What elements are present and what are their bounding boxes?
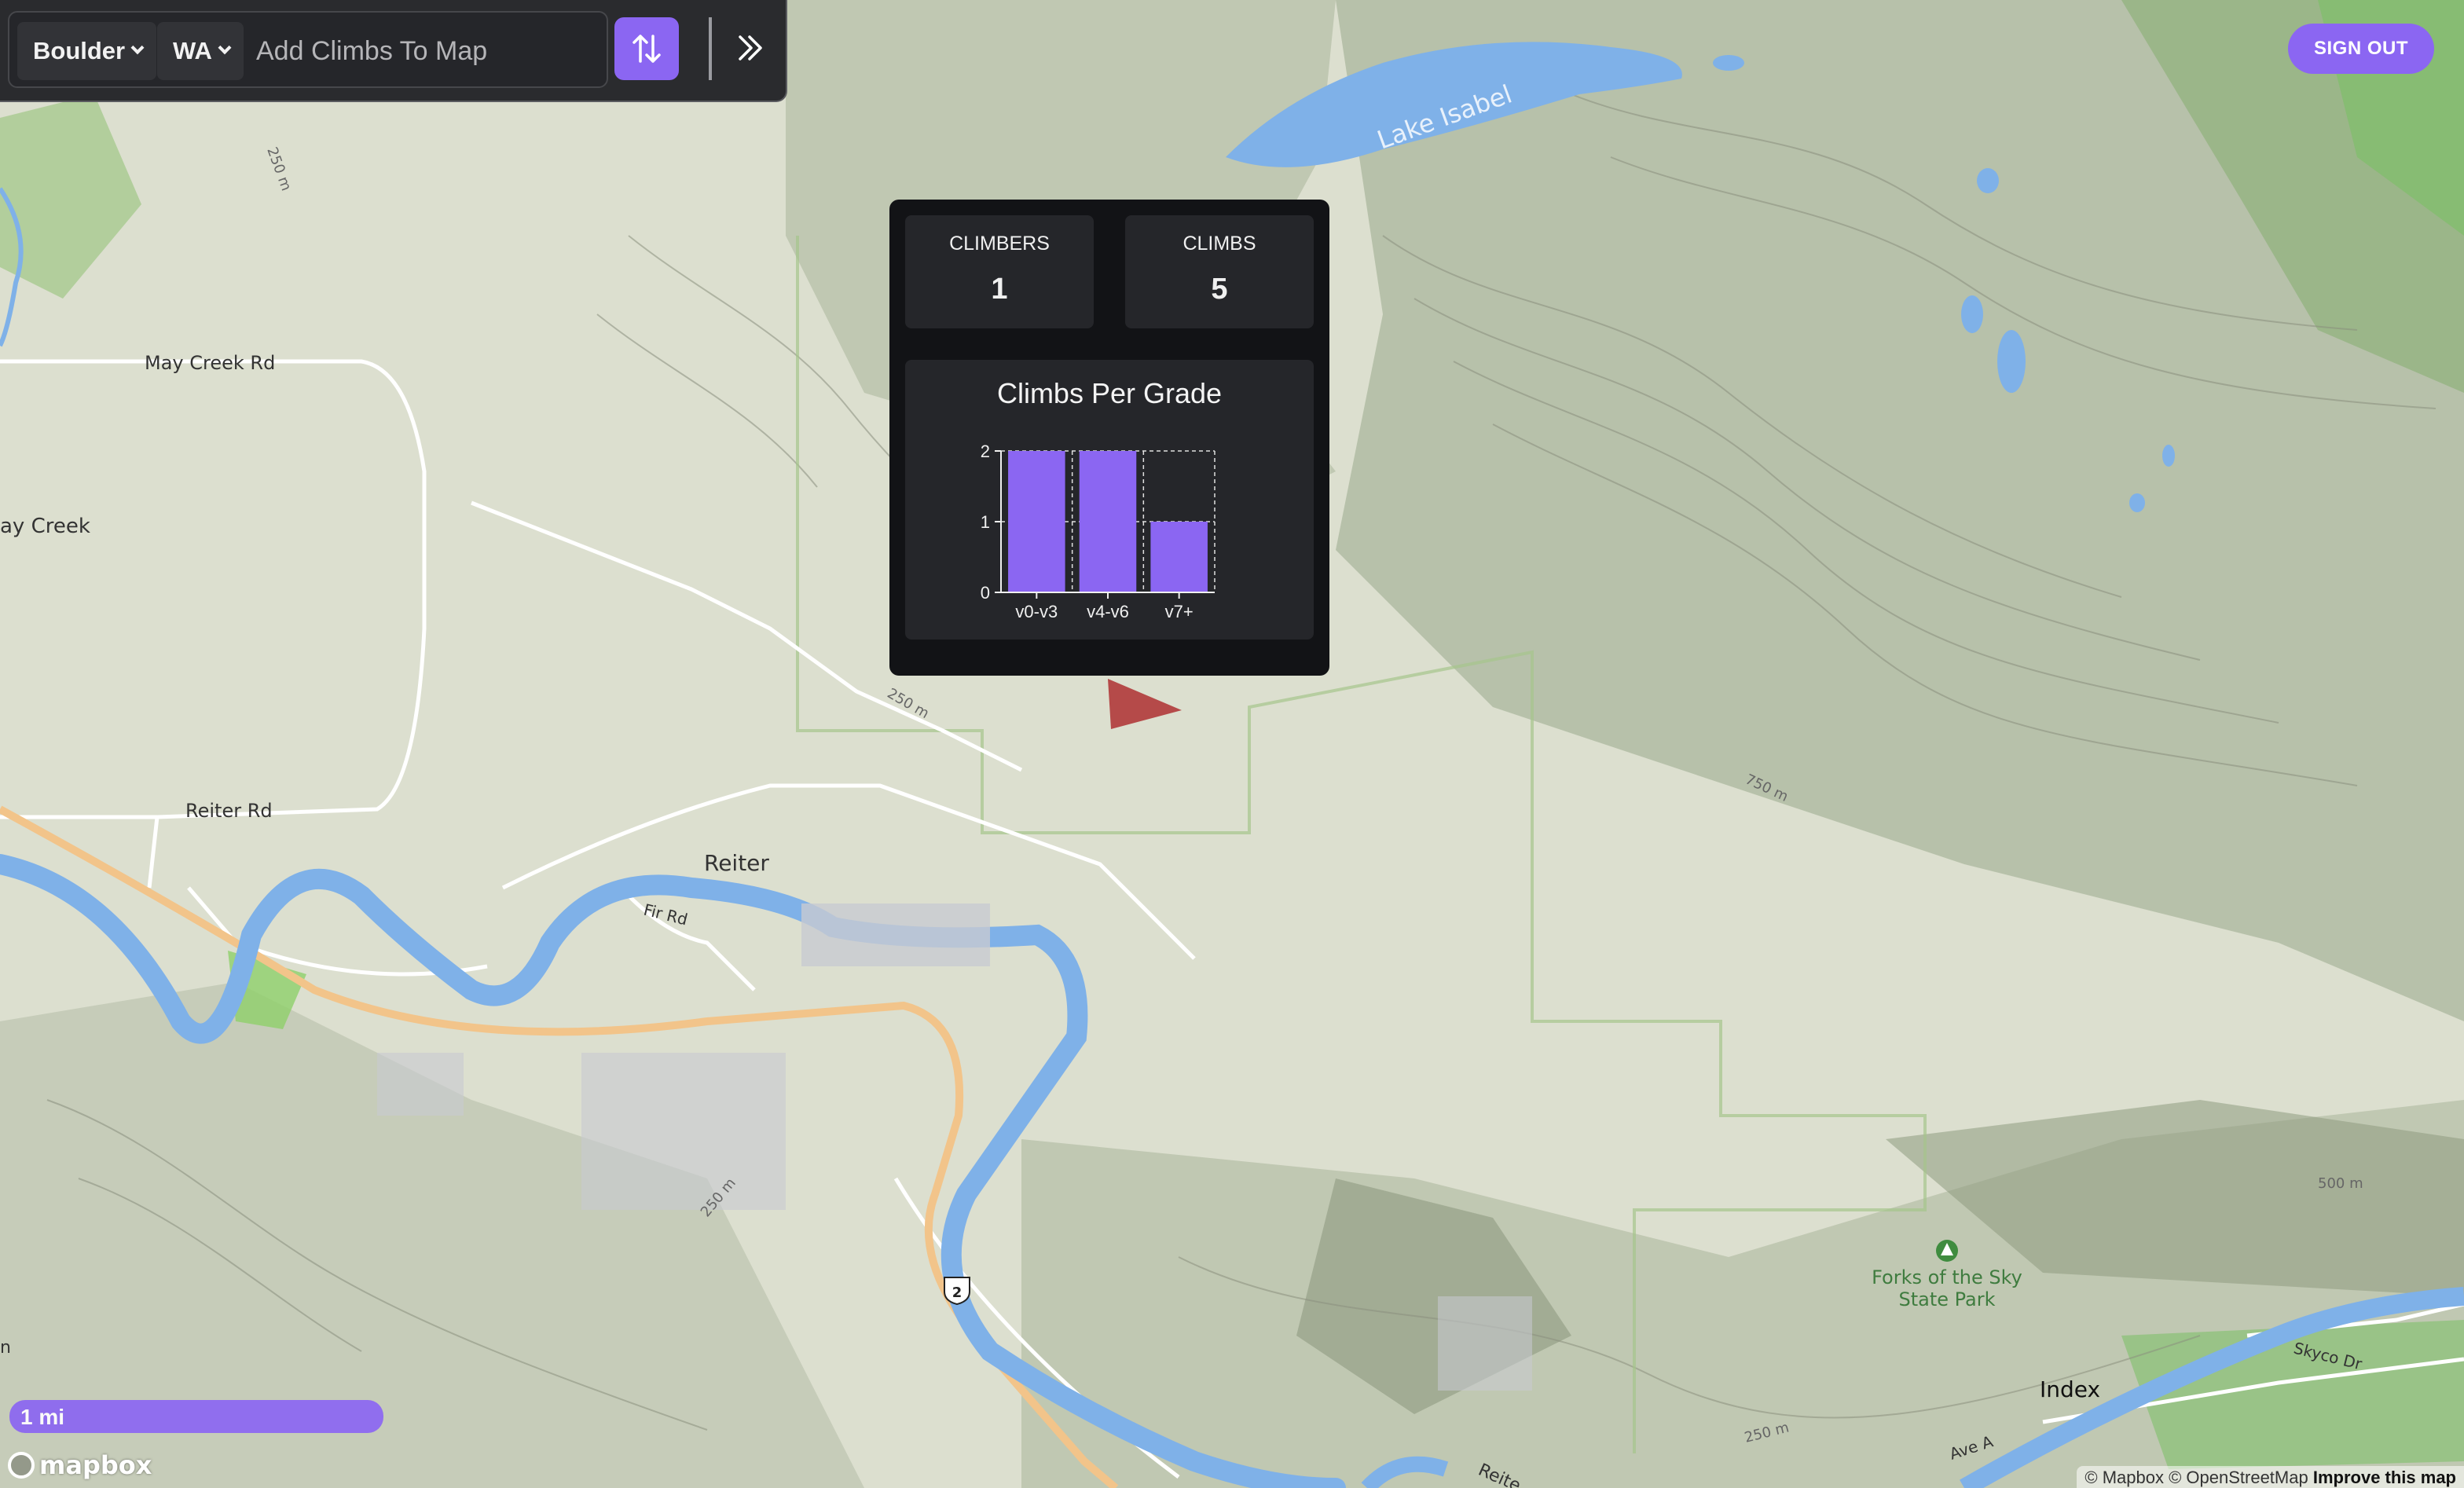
swap-button[interactable] [614, 17, 679, 80]
x-tick-label: v0-v3 [1015, 602, 1058, 621]
place-label-reiter: Reiter [704, 850, 769, 876]
search-toolbar: Boulder WA [0, 0, 787, 102]
climb-marker-icon[interactable] [1105, 676, 1183, 731]
scale-bar: 1 mi [9, 1400, 383, 1433]
climbers-label: CLIMBERS [949, 233, 1050, 255]
svg-text:2: 2 [952, 1285, 962, 1301]
attribution-text[interactable]: © Mapbox © OpenStreetMap [2084, 1468, 2308, 1487]
road-label-may-creek: May Creek Rd [145, 352, 275, 374]
y-tick-label: 0 [981, 583, 990, 603]
mapbox-logo-icon [8, 1452, 35, 1479]
improve-map-link[interactable]: Improve this map [2313, 1468, 2456, 1487]
climbs-label: CLIMBS [1182, 233, 1256, 255]
sign-out-button[interactable]: SIGN OUT [2288, 24, 2434, 74]
double-chevron-right-icon [739, 35, 762, 60]
climb-type-select[interactable]: Boulder [17, 22, 157, 80]
search-box: Boulder WA [8, 11, 608, 88]
place-label-may-creek: ay Creek [0, 515, 90, 538]
climb-search-input[interactable] [256, 25, 594, 77]
park-label-line1: Forks of the Sky [1872, 1266, 2022, 1288]
chevron-down-icon [130, 41, 145, 55]
x-tick-label: v7+ [1165, 602, 1194, 621]
climbs-per-grade-chart: 0 1 2 v0-v3 v4-v6 v7+ [981, 442, 1216, 621]
area-stats-popup: CLIMBERS 1 CLIMBS 5 Climbs Per Grade 012… [889, 200, 1329, 676]
climb-type-value: Boulder [33, 37, 126, 64]
y-tick-label: 2 [981, 442, 990, 461]
park-label-line2: State Park [1898, 1288, 1995, 1310]
contour-label: 500 m [2318, 1175, 2363, 1192]
climbs-stat: CLIMBS 5 [1125, 215, 1314, 328]
place-label-edge: n [0, 1338, 11, 1358]
climbers-value: 1 [991, 273, 1008, 306]
map-attribution: © Mapbox © OpenStreetMap Improve this ma… [2077, 1466, 2464, 1488]
toolbar-divider [709, 17, 712, 80]
climbers-stat: CLIMBERS 1 [905, 215, 1094, 328]
region-select[interactable]: WA [157, 22, 244, 80]
expand-panel-button[interactable] [728, 22, 772, 74]
mapbox-logo[interactable]: mapbox [8, 1450, 152, 1480]
region-value: WA [173, 37, 212, 64]
bar-v7+ [1150, 522, 1208, 592]
road-label-reiter: Reiter Rd [185, 800, 273, 822]
x-tick-label: v4-v6 [1087, 602, 1129, 621]
bar-v4-v6 [1079, 451, 1137, 592]
climbs-value: 5 [1211, 273, 1228, 306]
mapbox-logo-text: mapbox [39, 1450, 152, 1480]
swap-vertical-icon [632, 35, 661, 63]
bar-v0-v3 [1008, 451, 1065, 592]
grade-chart-card: Climbs Per Grade 0 1 2 v0-v3 v4-v6 v7+ [905, 360, 1314, 640]
y-tick-label: 1 [981, 512, 990, 532]
place-label-index: Index [2040, 1376, 2100, 1402]
chevron-down-icon [218, 41, 232, 55]
